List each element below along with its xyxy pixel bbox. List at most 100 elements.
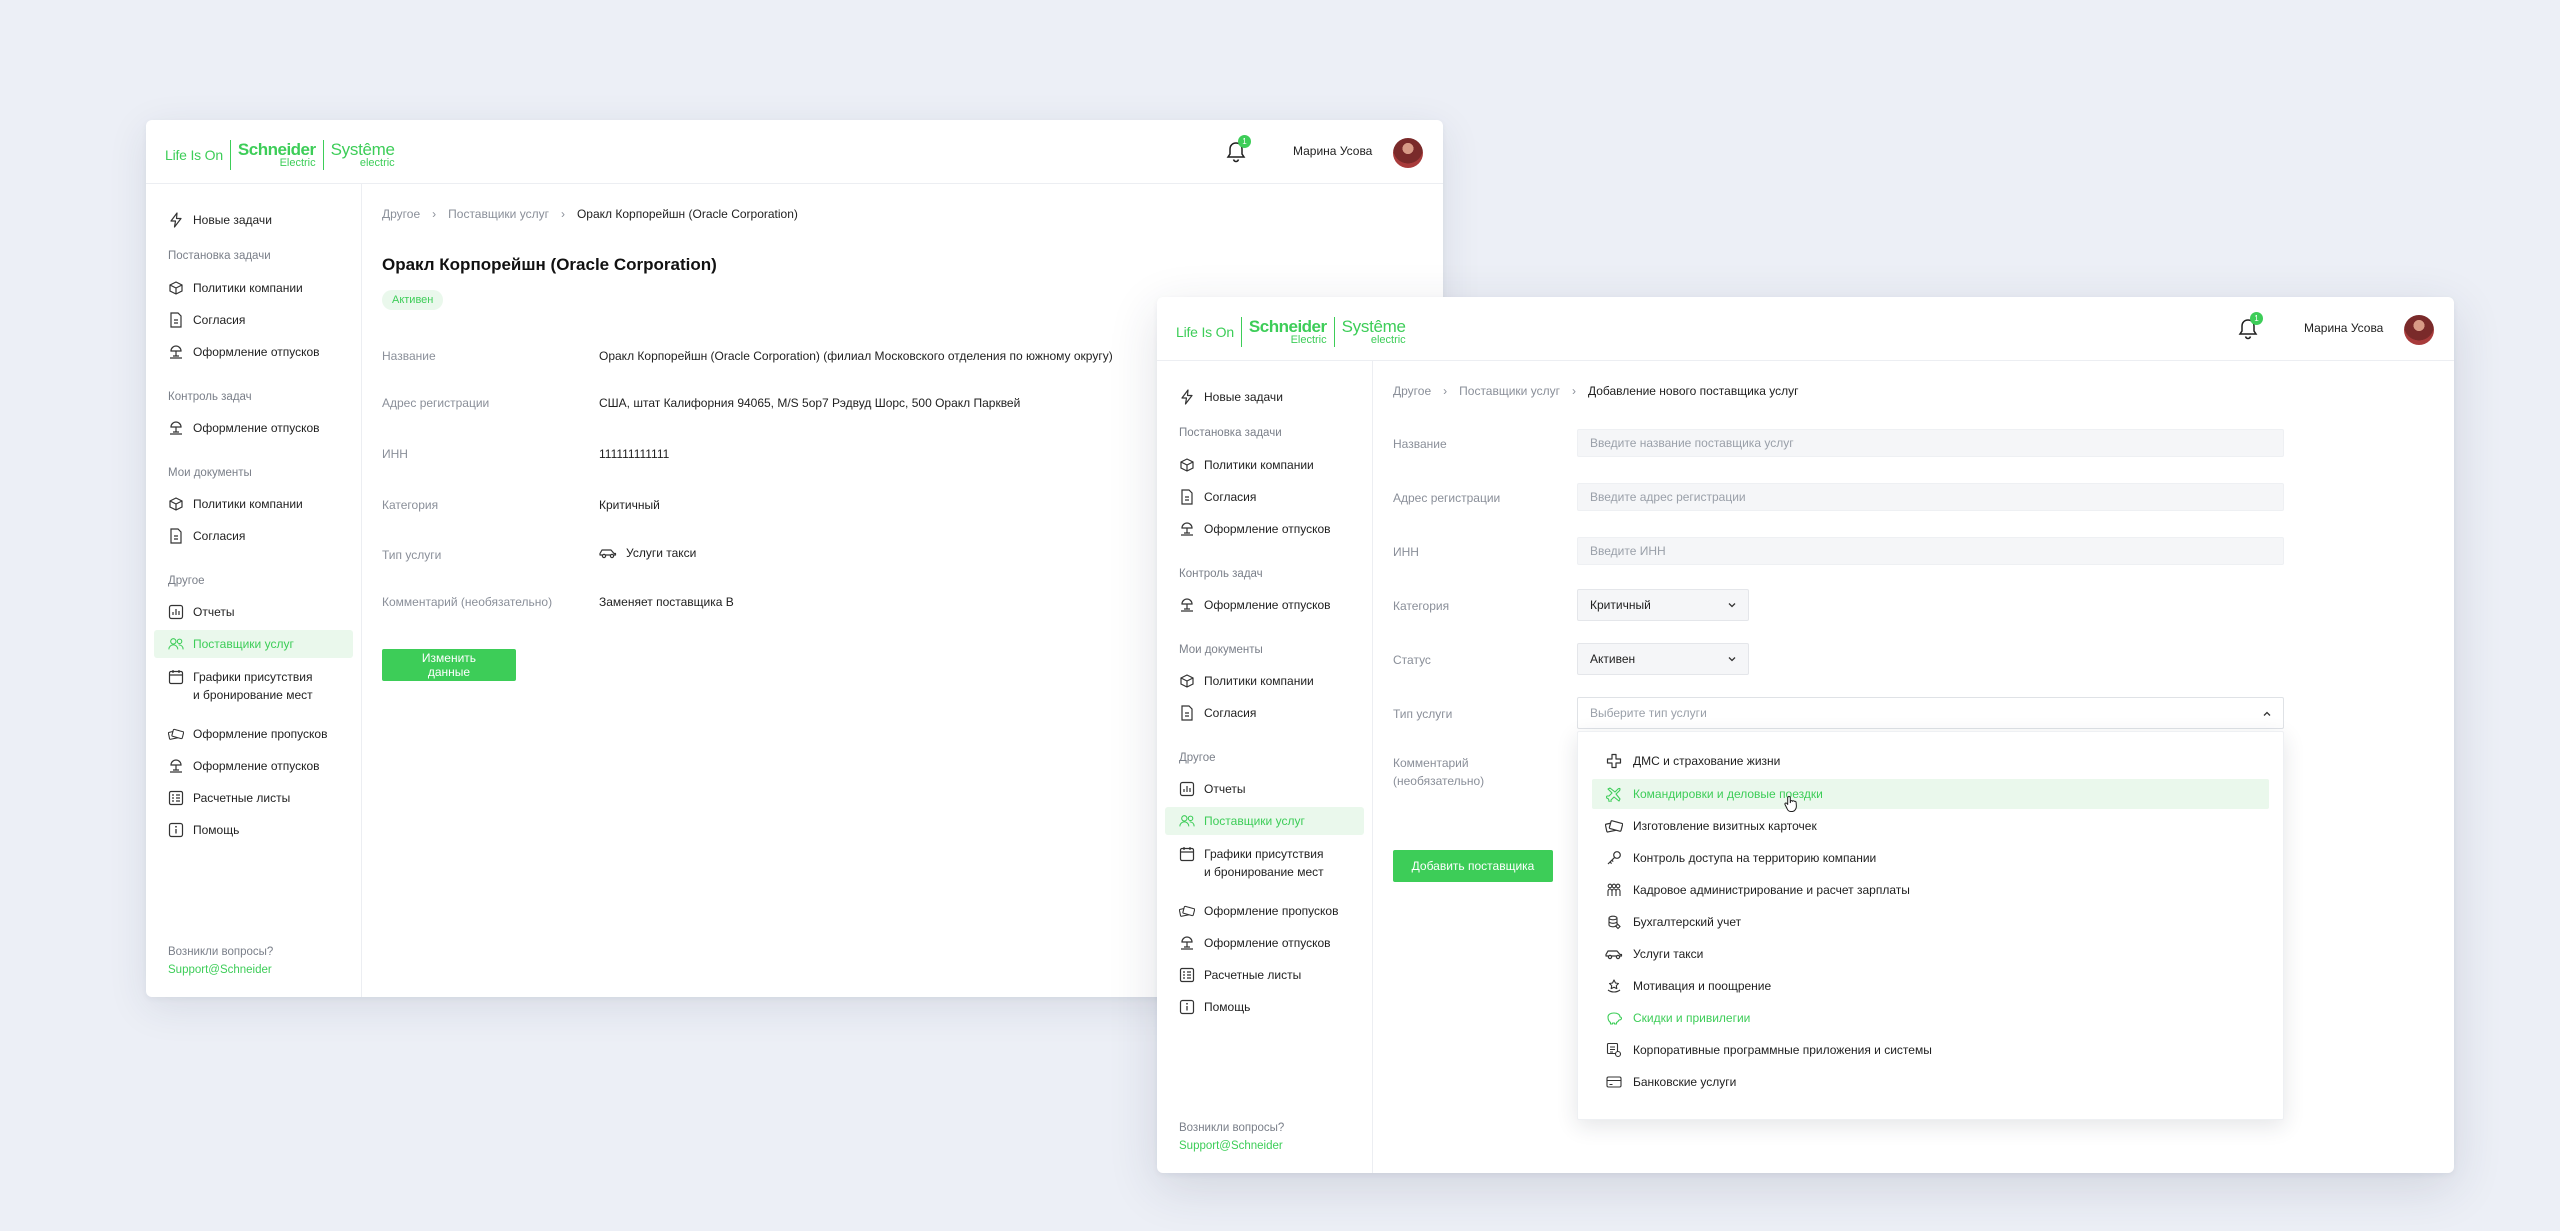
sidebar-item-label: Оформление отпусков (1204, 522, 1331, 536)
sidebar-item-consents[interactable]: Согласия (154, 306, 353, 334)
service-option-label: Банковские услуги (1633, 1075, 1737, 1089)
breadcrumb-item-other[interactable]: Другое (1393, 384, 1431, 398)
calendar-icon (168, 669, 184, 685)
service-option-label: Услуги такси (1633, 947, 1704, 961)
sidebar-item-label: Поставщики услуг (1204, 814, 1305, 828)
sidebar-item-schedules[interactable]: Графики присутствия и бронирование мест (154, 662, 353, 704)
sidebar-item-passes[interactable]: Оформление пропусков (1165, 897, 1364, 925)
sidebar-section-control: Контроль задач (1179, 568, 1263, 580)
grid-sheet-icon (1179, 967, 1195, 983)
sidebar-item-reports[interactable]: Отчеты (1165, 775, 1364, 803)
notifications-bell-icon[interactable]: 1 (2237, 312, 2263, 341)
field-label-comment: Комментарий (необязательно) (382, 595, 553, 609)
support-link[interactable]: Support@Schneider (168, 961, 273, 979)
company-logo[interactable]: Life Is On Schneider Electric Systême elec… (1176, 317, 1406, 347)
sidebar-item-providers[interactable]: Поставщики услуг (1165, 807, 1364, 835)
inn-input[interactable]: Введите ИНН (1577, 537, 2284, 565)
software-icon (1605, 1042, 1623, 1058)
sidebar-item-doc-policies[interactable]: Политики компании (154, 490, 353, 518)
sidebar-item-control-vacations[interactable]: Оформление отпусков (154, 414, 353, 442)
service-option-label: Контроль доступа на территорию компании (1633, 851, 1877, 865)
comment-label: Комментарий (необязательно) (1393, 754, 1484, 790)
calendar-icon (1179, 846, 1195, 862)
sidebar-item-payslips[interactable]: Расчетные листы (1165, 961, 1364, 989)
sidebar-item-label: Новые задачи (193, 213, 272, 227)
sidebar-item-doc-policies[interactable]: Политики компании (1165, 667, 1364, 695)
category-select[interactable]: Критичный (1577, 589, 1749, 621)
beach-icon (1179, 935, 1195, 951)
page-title: Оракл Корпорейшн (Oracle Corporation) (382, 255, 717, 274)
company-logo[interactable]: Life Is On Schneider Electric Systême elec… (165, 140, 395, 170)
sidebar-item-label: Оформление отпусков (1204, 598, 1331, 612)
service-option[interactable]: ДМС и страхование жизни (1592, 746, 2269, 776)
sidebar-item-vacations[interactable]: Оформление отпусков (154, 338, 353, 366)
add-provider-button[interactable]: Добавить поставщика (1393, 850, 1553, 882)
support-link[interactable]: Support@Schneider (1179, 1137, 1284, 1155)
service-option[interactable]: Скидки и привилегии (1592, 1003, 2269, 1033)
car-icon (599, 547, 617, 559)
service-option-label: Изготовление визитных карточек (1633, 819, 1817, 833)
name-label: Название (1393, 437, 1447, 451)
breadcrumb-item-other[interactable]: Другое (382, 207, 420, 221)
service-type-select[interactable]: Выберите тип услуги (1577, 697, 2284, 729)
sidebar-item-other-vacations[interactable]: Оформление отпусков (1165, 929, 1364, 957)
sidebar-item-policies[interactable]: Политики компании (154, 274, 353, 302)
sidebar-item-label: Расчетные листы (193, 791, 291, 805)
service-option[interactable]: Услуги такси (1592, 939, 2269, 969)
piggy-bank-icon (1605, 1010, 1623, 1026)
service-option-label: Бухгалтерский учет (1633, 915, 1742, 929)
sidebar-item-new-tasks[interactable]: Новые задачи (154, 206, 353, 234)
sidebar-item-help[interactable]: Помощь (154, 816, 353, 844)
sidebar-item-consents[interactable]: Согласия (1165, 483, 1364, 511)
chevron-right-icon: › (560, 207, 565, 221)
sidebar-item-doc-consents[interactable]: Согласия (1165, 699, 1364, 727)
service-type-dropdown: ДМС и страхование жизни Командировки и д… (1577, 731, 2284, 1120)
sidebar-item-payslips[interactable]: Расчетные листы (154, 784, 353, 812)
sidebar-item-passes[interactable]: Оформление пропусков (154, 720, 353, 748)
user-name[interactable]: Марина Усова (1293, 144, 1372, 158)
sidebar-item-label: Графики присутствия (193, 670, 313, 684)
service-option-hovered[interactable]: Командировки и деловые поездки (1592, 779, 2269, 812)
badge-cards-icon (168, 726, 184, 742)
status-select[interactable]: Активен (1577, 643, 1749, 675)
sidebar-item-providers[interactable]: Поставщики услуг (154, 630, 353, 658)
sidebar-item-schedules[interactable]: Графики присутствия и бронирование мест (1165, 839, 1364, 881)
service-option[interactable]: Мотивация и поощрение (1592, 971, 2269, 1001)
service-option[interactable]: Кадровое администрирование и расчет зарп… (1592, 875, 2269, 905)
name-input[interactable]: Введите название поставщика услуг (1577, 429, 2284, 457)
award-icon (1605, 978, 1623, 994)
sidebar-item-new-tasks[interactable]: Новые задачи (1165, 383, 1364, 411)
breadcrumb-item-providers[interactable]: Поставщики услуг (448, 207, 549, 221)
sidebar-item-label: Отчеты (1204, 782, 1246, 796)
sidebar-item-policies[interactable]: Политики компании (1165, 451, 1364, 479)
avatar[interactable] (1393, 138, 1423, 168)
address-input[interactable]: Введите адрес регистрации (1577, 483, 2284, 511)
service-option[interactable]: Бухгалтерский учет (1592, 907, 2269, 937)
logo-life-is-on: Life Is On (1176, 324, 1234, 340)
support-question: Возникли вопросы? (168, 946, 274, 958)
breadcrumb-item-providers[interactable]: Поставщики услуг (1459, 384, 1560, 398)
sidebar-item-label: Политики компании (193, 497, 303, 511)
service-option[interactable]: Изготовление визитных карточек (1592, 811, 2269, 841)
service-option[interactable]: Контроль доступа на территорию компании (1592, 843, 2269, 873)
service-option[interactable]: Банковские услуги (1592, 1067, 2269, 1097)
sidebar-item-label: Новые задачи (1204, 390, 1283, 404)
comment-label-line-2: (необязательно) (1393, 774, 1485, 788)
user-name[interactable]: Марина Усова (2304, 321, 2383, 335)
service-option-label: Кадровое администрирование и расчет зарп… (1633, 883, 1910, 897)
sidebar-item-label: Политики компании (1204, 458, 1314, 472)
sidebar-item-other-vacations[interactable]: Оформление отпусков (154, 752, 353, 780)
beach-icon (1179, 597, 1195, 613)
sidebar-item-label-2: и бронирование мест (1204, 865, 1324, 879)
service-option[interactable]: Корпоративные программные приложения и с… (1592, 1035, 2269, 1065)
avatar[interactable] (2404, 315, 2434, 345)
notifications-bell-icon[interactable]: 1 (1225, 135, 1251, 164)
box-icon (168, 496, 184, 512)
edit-data-button[interactable]: Изменить данные (382, 649, 516, 681)
sidebar-item-help[interactable]: Помощь (1165, 993, 1364, 1021)
sidebar-item-reports[interactable]: Отчеты (154, 598, 353, 626)
sidebar-item-control-vacations[interactable]: Оформление отпусков (1165, 591, 1364, 619)
field-value-name: Оракл Корпорейшн (Oracle Corporation) (ф… (599, 349, 1113, 363)
sidebar-item-doc-consents[interactable]: Согласия (154, 522, 353, 550)
sidebar-item-vacations[interactable]: Оформление отпусков (1165, 515, 1364, 543)
